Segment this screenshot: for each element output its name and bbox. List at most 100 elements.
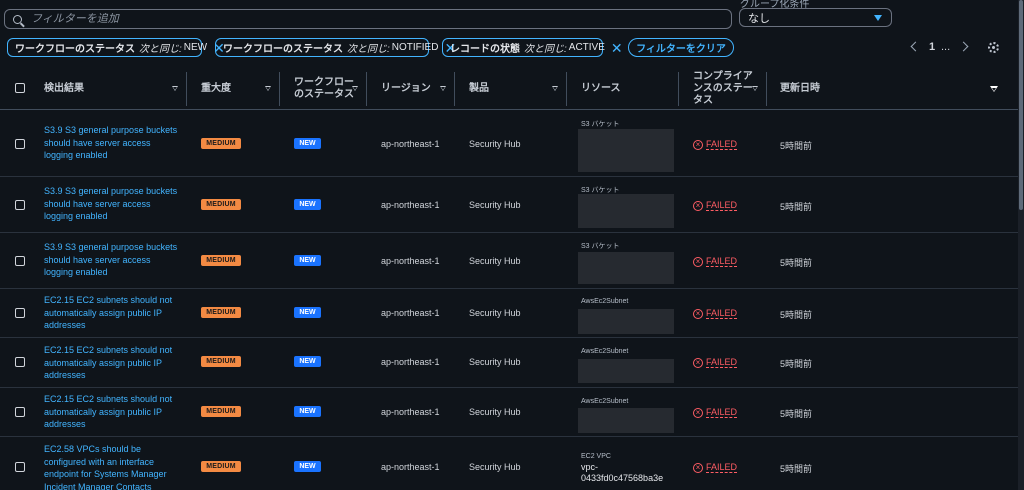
region-cell: ap-northeast-1 (381, 462, 440, 472)
clear-filters-button[interactable]: フィルターをクリア (628, 38, 734, 57)
row-checkbox[interactable] (15, 200, 25, 210)
table-row[interactable]: S3.9 S3 general purpose buckets should h… (0, 233, 1018, 289)
finding-title-line: endpoint for Systems Manager (44, 469, 167, 479)
finding-title-link[interactable]: S3.9 S3 general purpose buckets should h… (44, 241, 184, 279)
compliance-status-label: FAILED (706, 308, 738, 319)
search-icon (13, 14, 22, 24)
error-circle-icon: × (693, 308, 703, 319)
chevron-left-icon[interactable] (910, 41, 921, 52)
finding-title-line: EC2.58 VPCs should be (44, 444, 142, 454)
workflow-status-badge: NEW (294, 461, 321, 472)
column-header-severity[interactable]: 重大度 (201, 68, 231, 110)
gear-icon[interactable] (988, 42, 999, 53)
resource-type-label: S3 バケット (581, 243, 620, 250)
finding-title-line: addresses (44, 370, 86, 380)
compliance-status[interactable]: × FAILED (693, 200, 738, 211)
sort-descending-icon[interactable] (990, 86, 998, 92)
finding-title-line: should have server access (44, 137, 151, 148)
page-ellipsis: ... (941, 41, 951, 53)
grouping-select[interactable]: なし (739, 8, 892, 27)
error-circle-icon: × (693, 256, 703, 267)
row-checkbox[interactable] (15, 357, 25, 367)
compliance-status-label: FAILED (706, 139, 738, 150)
sort-icon[interactable] (172, 86, 178, 91)
column-header-finding[interactable]: 検出結果 (44, 68, 84, 110)
product-cell: Security Hub (469, 462, 521, 472)
sort-icon[interactable] (552, 86, 558, 91)
redacted-resource-id (578, 194, 674, 228)
column-divider (766, 72, 767, 106)
finding-title-link[interactable]: EC2.15 EC2 subnets should not automatica… (44, 344, 184, 382)
column-header-product[interactable]: 製品 (469, 68, 489, 110)
close-icon[interactable]: ✕ (611, 41, 623, 55)
severity-badge: MEDIUM (201, 461, 241, 472)
sort-icon[interactable] (265, 86, 271, 91)
column-header-resource[interactable]: リソース (581, 68, 621, 110)
severity-badge: MEDIUM (201, 138, 241, 149)
resource-id-link[interactable]: vpc- 0433fd0c47568ba3e (581, 462, 663, 484)
finding-title-link[interactable]: EC2.15 EC2 subnets should not automatica… (44, 294, 184, 332)
workflow-status-badge: NEW (294, 356, 321, 367)
row-checkbox[interactable] (15, 308, 25, 318)
column-header-updated[interactable]: 更新日時 (780, 68, 820, 110)
table-row[interactable]: EC2.15 EC2 subnets should not automatica… (0, 338, 1018, 388)
compliance-status-label: FAILED (706, 357, 738, 368)
finding-title-link[interactable]: S3.9 S3 general purpose buckets should h… (44, 185, 184, 223)
scrollbar-thumb[interactable] (1019, 0, 1023, 210)
column-divider (566, 72, 567, 106)
finding-title-line: EC2.15 EC2 subnets should not (44, 394, 173, 404)
compliance-status[interactable]: × FAILED (693, 256, 738, 267)
compliance-status[interactable]: × FAILED (693, 462, 738, 473)
row-checkbox[interactable] (15, 407, 25, 417)
product-cell: Security Hub (469, 357, 521, 367)
page-number[interactable]: 1 (929, 41, 935, 53)
filter-token-workflow-new[interactable]: ワークフローのステータス 次と同じ: NEW ✕ (7, 38, 225, 57)
severity-badge: MEDIUM (201, 356, 241, 367)
finding-title-link[interactable]: EC2.15 EC2 subnets should not automatica… (44, 393, 184, 431)
updated-at-cell: 5時間前 (780, 359, 813, 369)
row-checkbox[interactable] (15, 256, 25, 266)
row-checkbox[interactable] (15, 139, 25, 149)
sort-icon[interactable] (752, 86, 758, 91)
filter-token-workflow-notified[interactable]: ワークフローのステータス 次と同じ: NOTIFIED ✕ (215, 38, 456, 57)
column-divider (454, 72, 455, 106)
filter-token-key: レコードの状態 (450, 44, 520, 55)
severity-badge: MEDIUM (201, 406, 241, 417)
region-cell: ap-northeast-1 (381, 200, 440, 210)
table-row[interactable]: EC2.58 VPCs should be configured with an… (0, 437, 1018, 490)
severity-badge: MEDIUM (201, 307, 241, 318)
finding-title-line: EC2.15 EC2 subnets should not (44, 295, 173, 305)
compliance-status[interactable]: × FAILED (693, 139, 738, 150)
select-all-checkbox[interactable] (15, 83, 25, 93)
row-checkbox[interactable] (15, 462, 25, 472)
chevron-right-icon[interactable] (958, 41, 969, 52)
updated-at-cell: 5時間前 (780, 141, 813, 151)
column-header-workflow[interactable]: ワークフロー のステータス (294, 68, 354, 110)
compliance-status[interactable]: × FAILED (693, 308, 738, 319)
table-row[interactable]: S3.9 S3 general purpose buckets should h… (0, 177, 1018, 233)
table-row[interactable]: EC2.15 EC2 subnets should not automatica… (0, 289, 1018, 338)
product-cell: Security Hub (469, 256, 521, 266)
filter-token-record-state[interactable]: レコードの状態 次と同じ: ACTIVE ✕ (442, 38, 623, 57)
severity-badge: MEDIUM (201, 199, 241, 210)
updated-at-cell: 5時間前 (780, 258, 813, 268)
region-cell: ap-northeast-1 (381, 308, 440, 318)
sort-icon[interactable] (440, 86, 446, 91)
finding-title-line: S3.9 S3 general purpose buckets (44, 125, 178, 135)
finding-title-link[interactable]: EC2.58 VPCs should be configured with an… (44, 443, 184, 490)
filter-search-input[interactable] (31, 13, 711, 25)
column-header-region[interactable]: リージョン (381, 68, 431, 110)
table-row[interactable]: EC2.15 EC2 subnets should not automatica… (0, 388, 1018, 437)
column-header-line: タス (693, 95, 713, 106)
compliance-status[interactable]: × FAILED (693, 407, 738, 418)
sort-icon[interactable] (352, 86, 358, 91)
filter-token-key: ワークフローのステータス (15, 44, 135, 55)
workflow-status-badge: NEW (294, 199, 321, 210)
filter-search-box[interactable] (4, 9, 732, 29)
vertical-scrollbar[interactable] (1018, 0, 1024, 490)
finding-title-link[interactable]: S3.9 S3 general purpose buckets should h… (44, 124, 184, 162)
table-row[interactable]: S3.9 S3 general purpose buckets should h… (0, 110, 1018, 177)
product-cell: Security Hub (469, 308, 521, 318)
compliance-status[interactable]: × FAILED (693, 357, 738, 368)
column-header-compliance[interactable]: コンプライア ンスのステー タス (693, 68, 753, 110)
